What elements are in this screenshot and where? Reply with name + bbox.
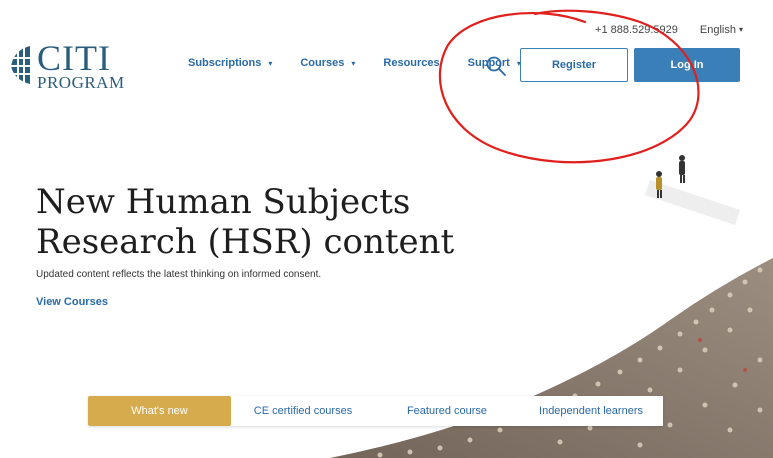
logo-citi-text: CITI	[37, 38, 111, 78]
phone-number[interactable]: +1 888.529.5929	[595, 24, 678, 36]
citi-program-logo[interactable]: CITI PROGRAM	[8, 40, 125, 91]
language-label: English	[699, 24, 736, 36]
chevron-down-icon: ▾	[351, 58, 356, 68]
register-button[interactable]: Register	[520, 48, 628, 82]
tab-whats-new[interactable]: What's new	[88, 396, 231, 426]
logo-program-text: PROGRAM	[37, 73, 125, 92]
hero-subtitle: Updated content reflects the latest thin…	[36, 269, 322, 280]
logo-icon	[10, 46, 32, 84]
content-tabs: What's new CE certified courses Featured…	[88, 396, 663, 426]
chevron-down-icon: ▾	[268, 58, 273, 68]
main-nav: Subscriptions ▾ Courses ▾ Resources Suppor…	[188, 57, 521, 69]
search-icon[interactable]	[484, 54, 508, 78]
view-courses-link[interactable]: View Courses	[36, 296, 108, 308]
tab-featured-course[interactable]: Featured course	[375, 396, 519, 426]
nav-item-label: Subscriptions	[188, 57, 262, 69]
nav-item-subscriptions[interactable]: Subscriptions ▾	[188, 57, 272, 69]
nav-item-label: Resources	[383, 57, 440, 69]
nav-item-courses[interactable]: Courses ▾	[300, 57, 355, 69]
chevron-down-icon: ▾	[738, 25, 743, 34]
tab-ce-certified-courses[interactable]: CE certified courses	[231, 396, 375, 426]
hero-title: New Human Subjects Research (HSR) conten…	[36, 182, 455, 262]
nav-item-label: Courses	[300, 57, 345, 69]
tab-independent-learners[interactable]: Independent learners	[519, 396, 663, 426]
login-button[interactable]: Log In	[634, 48, 740, 82]
utility-bar: +1 888.529.5929 English ▾	[595, 24, 743, 36]
nav-item-resources[interactable]: Resources	[383, 57, 439, 69]
language-selector[interactable]: English ▾	[700, 24, 743, 36]
